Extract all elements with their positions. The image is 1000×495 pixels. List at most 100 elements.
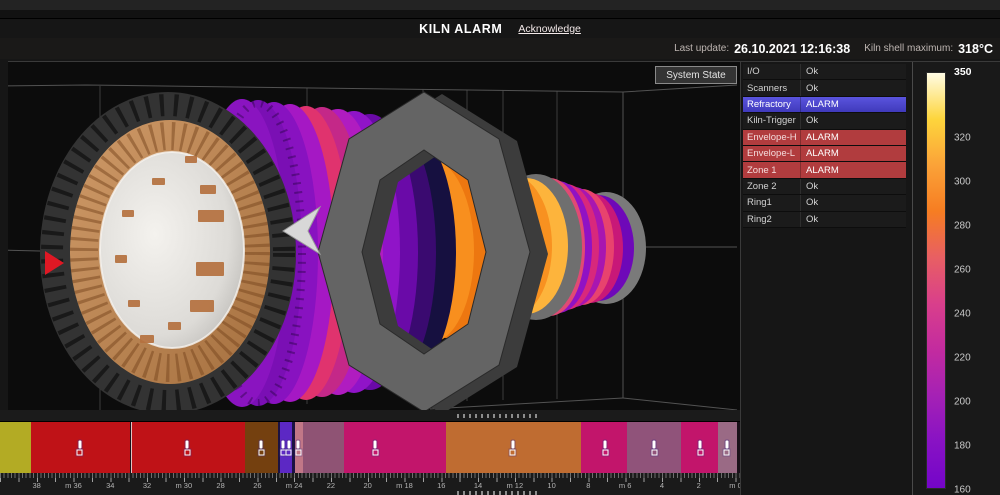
status-row-value: ALARM xyxy=(801,99,906,110)
status-row-value: ALARM xyxy=(801,165,906,176)
alarm-indicator-icon[interactable] xyxy=(372,440,379,455)
scale-tick-label: 200 xyxy=(954,397,971,408)
status-bar: Last update: 26.10.2021 12:16:38 Kiln sh… xyxy=(0,38,1000,59)
scale-tick-label: 260 xyxy=(954,265,971,276)
temperature-gradient-bar xyxy=(926,72,946,489)
status-row-zone-2[interactable]: Zone 2Ok xyxy=(743,179,906,195)
segment-divider xyxy=(131,422,132,473)
status-row-label: Envelope-L xyxy=(743,146,801,161)
status-row-label: Kiln-Trigger xyxy=(743,113,801,128)
last-update-label: Last update: xyxy=(674,43,729,54)
status-row-label: Ring2 xyxy=(743,212,801,227)
alarm-indicator-icon[interactable] xyxy=(76,440,83,455)
ruler-label: m 24 xyxy=(286,481,303,490)
window-titlebar xyxy=(0,0,1000,19)
scale-tick-label: 350 xyxy=(954,66,972,78)
alarm-zone-band xyxy=(0,422,740,473)
system-status-table: I/OOkScannersOkRefractoryALARMKiln-Trigg… xyxy=(743,64,906,228)
status-row-label: Envelope-H xyxy=(743,130,801,145)
kiln-max-label: Kiln shell maximum: xyxy=(864,43,953,54)
status-row-label: Zone 2 xyxy=(743,179,801,194)
status-row-label: I/O xyxy=(743,64,801,79)
status-row-zone-1[interactable]: Zone 1ALARM xyxy=(743,162,906,178)
scale-tick-label: 160 xyxy=(954,485,971,495)
ruler-label: 8 xyxy=(586,481,590,490)
status-row-label: Refractory xyxy=(743,97,801,112)
alarm-banner: KILN ALARM Acknowledge xyxy=(0,19,1000,38)
status-row-refractory[interactable]: RefractoryALARM xyxy=(743,97,906,113)
status-row-label: Ring1 xyxy=(743,195,801,210)
scale-tick-label: 240 xyxy=(954,309,971,320)
kiln-max-value: 318°C xyxy=(958,42,993,56)
alarm-indicator-icon[interactable] xyxy=(258,440,265,455)
timeline-scrollbar-top[interactable] xyxy=(0,410,740,422)
status-row-value: Ok xyxy=(801,66,906,77)
kiln-length-timeline: 38m 363432m 302826m 242220m 181614m 1210… xyxy=(0,410,740,495)
acknowledge-link[interactable]: Acknowledge xyxy=(518,23,580,35)
alarm-title: KILN ALARM xyxy=(419,22,502,36)
timeline-segment[interactable] xyxy=(344,422,446,473)
status-row-value: Ok xyxy=(801,197,906,208)
ruler-label: m 6 xyxy=(619,481,632,490)
kiln-3d-view[interactable]: System State xyxy=(8,62,740,410)
status-row-ring1[interactable]: Ring1Ok xyxy=(743,195,906,211)
status-row-scanners[interactable]: ScannersOk xyxy=(743,80,906,96)
status-row-value: Ok xyxy=(801,181,906,192)
status-row-envelope-h[interactable]: Envelope-HALARM xyxy=(743,130,906,146)
status-row-value: Ok xyxy=(801,115,906,126)
ruler-label: 34 xyxy=(106,481,114,490)
ruler-label: 14 xyxy=(474,481,482,490)
status-row-kiln-trigger[interactable]: Kiln-TriggerOk xyxy=(743,113,906,129)
ruler-label: m 12 xyxy=(506,481,523,490)
status-row-ring2[interactable]: Ring2Ok xyxy=(743,212,906,228)
status-row-label: Zone 1 xyxy=(743,162,801,177)
ruler-label: m 0 xyxy=(729,481,740,490)
ruler-label: 16 xyxy=(437,481,445,490)
scale-tick-label: 280 xyxy=(954,221,971,232)
alarm-indicator-icon[interactable] xyxy=(602,440,609,455)
ruler-label: 26 xyxy=(253,481,261,490)
status-row-value: Ok xyxy=(801,214,906,225)
timeline-scrollbar-bottom[interactable] xyxy=(0,490,740,495)
alarm-indicator-icon[interactable] xyxy=(697,440,704,455)
alarm-indicator-icon[interactable] xyxy=(295,440,302,455)
ruler-label: 20 xyxy=(364,481,372,490)
alarm-indicator-icon[interactable] xyxy=(651,440,658,455)
ruler-label: 10 xyxy=(547,481,555,490)
alarm-indicator-icon[interactable] xyxy=(723,440,730,455)
timeline-segment[interactable] xyxy=(0,422,31,473)
ruler-label: 22 xyxy=(327,481,335,490)
scale-tick-label: 300 xyxy=(954,177,971,188)
ruler-label: 38 xyxy=(33,481,41,490)
alarm-indicator-icon[interactable] xyxy=(184,440,191,455)
kiln-3d-visualization xyxy=(8,62,740,410)
alarm-indicator-icon[interactable] xyxy=(509,440,516,455)
status-row-label: Scanners xyxy=(743,80,801,95)
status-row-envelope-l[interactable]: Envelope-LALARM xyxy=(743,146,906,162)
kiln-length-ruler: 38m 363432m 302826m 242220m 181614m 1210… xyxy=(0,473,740,490)
scale-tick-label: 180 xyxy=(954,441,971,452)
scale-tick-label: 220 xyxy=(954,353,971,364)
scrollbar-grip-icon[interactable] xyxy=(457,491,541,495)
ruler-label: m 36 xyxy=(65,481,82,490)
alarm-indicator-icon[interactable] xyxy=(285,440,292,455)
ruler-label: 4 xyxy=(660,481,664,490)
ruler-minor-ticks xyxy=(0,473,740,478)
scale-tick-label: 320 xyxy=(954,133,971,144)
timeline-segment[interactable] xyxy=(303,422,344,473)
scrollbar-grip-icon[interactable] xyxy=(457,414,541,418)
status-row-value: ALARM xyxy=(801,148,906,159)
system-state-button[interactable]: System State xyxy=(655,66,737,84)
status-row-value: ALARM xyxy=(801,132,906,143)
last-update-value: 26.10.2021 12:16:38 xyxy=(734,42,850,56)
ruler-label: 2 xyxy=(697,481,701,490)
ruler-label: m 18 xyxy=(396,481,413,490)
status-row-value: Ok xyxy=(801,83,906,94)
system-status-panel: I/OOkScannersOkRefractoryALARMKiln-Trigg… xyxy=(740,62,912,495)
ruler-label: 32 xyxy=(143,481,151,490)
kiln-shell-end xyxy=(40,92,296,410)
kiln-monitor-window: KILN ALARM Acknowledge Last update: 26.1… xyxy=(0,0,1000,495)
temperature-scale-panel: 350 320 300 280 260 240 220 200 180 160 xyxy=(912,62,1000,495)
ruler-label: 28 xyxy=(216,481,224,490)
status-row-i-o[interactable]: I/OOk xyxy=(743,64,906,80)
